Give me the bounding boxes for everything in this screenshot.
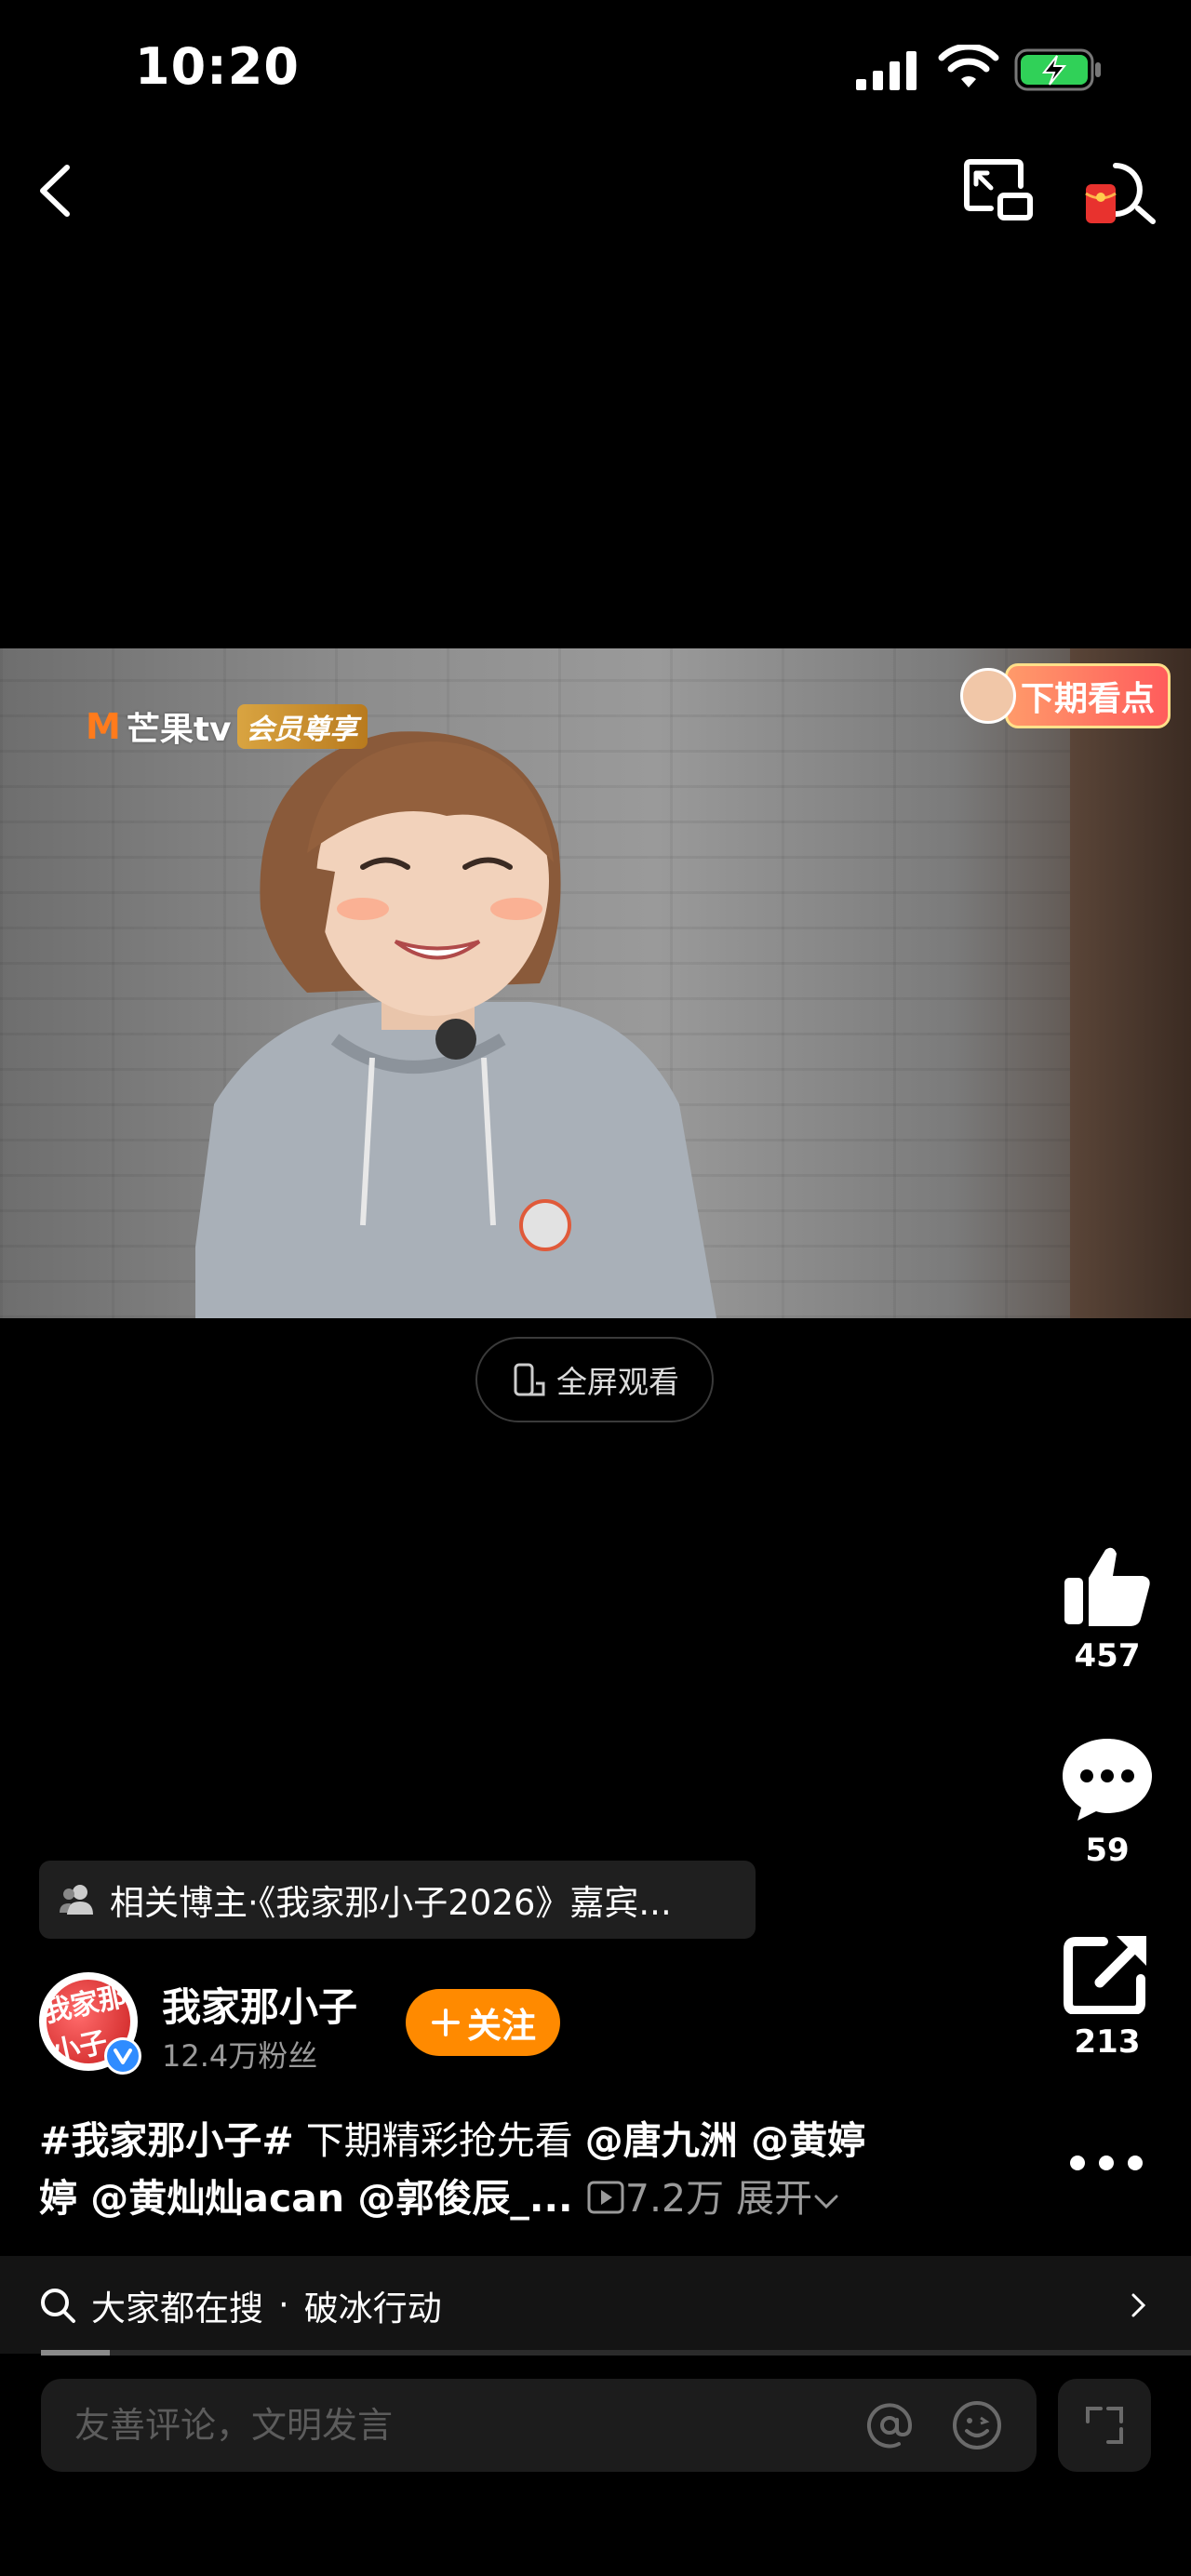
- thumbs-up-icon: [1064, 1547, 1150, 1626]
- view-count: 7.2万: [586, 2176, 736, 2221]
- caption-text: 下期精彩抢先看: [293, 2118, 585, 2163]
- expand-caption-button[interactable]: 展开: [736, 2176, 840, 2221]
- video-progress-fill: [41, 2350, 111, 2356]
- mango-tv-logo: M 芒果tv 会员尊享: [86, 704, 368, 749]
- status-time: 10:20: [135, 37, 300, 96]
- search-separator: ·: [278, 2285, 289, 2325]
- share-button[interactable]: 213: [1051, 1930, 1163, 2061]
- preview-badge-text: 下期看点: [1004, 663, 1171, 728]
- comment-bubble-icon: [1063, 1739, 1152, 1821]
- related-bloggers-label: 相关博主·《我家那小子2026》嘉宾...: [110, 1883, 672, 1923]
- emoji-icon[interactable]: [949, 2397, 1005, 2453]
- battery-charging-icon: [1014, 48, 1101, 91]
- chevron-right-icon: [1131, 2293, 1146, 2317]
- search-query: 破冰行动: [303, 2288, 442, 2329]
- author-name[interactable]: 我家那小子: [162, 1976, 357, 2033]
- preview-badge: 下期看点: [959, 663, 1171, 728]
- video-progress-bar[interactable]: [41, 2350, 1191, 2356]
- people-icon: [60, 1885, 93, 1915]
- trending-search-bar[interactable]: 大家都在搜 · 破冰行动: [0, 2256, 1191, 2354]
- comment-input-box[interactable]: [41, 2379, 1037, 2472]
- comment-input[interactable]: [73, 2404, 862, 2447]
- video-caption[interactable]: #我家那小子# 下期精彩抢先看 @唐九洲 @黄婷 婷 @黄灿灿acan @郭俊辰…: [39, 2112, 951, 2227]
- caption-mentions-2[interactable]: 婷 @黄灿灿acan @郭俊辰_...: [39, 2176, 573, 2221]
- video-frame-person: [195, 731, 716, 1318]
- search-icon: [41, 2288, 75, 2323]
- fullscreen-label: 全屏观看: [556, 1364, 679, 1400]
- expand-input-button[interactable]: [1058, 2379, 1151, 2472]
- verified-badge-icon: [104, 2037, 141, 2075]
- comment-count: 59: [1085, 1832, 1130, 1869]
- expand-arrows-icon: [1086, 2407, 1123, 2444]
- chevron-down-icon: [814, 2195, 838, 2209]
- author-fans-count: 12.4万粉丝: [162, 2038, 318, 2074]
- vip-badge: 会员尊享: [236, 704, 368, 749]
- mention-icon[interactable]: [862, 2397, 917, 2453]
- search-prefix: 大家都在搜: [91, 2288, 263, 2329]
- caption-hashtag[interactable]: #我家那小子#: [39, 2118, 294, 2163]
- picture-in-picture-icon[interactable]: [963, 158, 1034, 221]
- comment-button[interactable]: 59: [1051, 1735, 1163, 1869]
- like-button[interactable]: 457: [1051, 1544, 1163, 1675]
- share-icon: [1064, 1936, 1146, 2015]
- preview-character-icon: [959, 668, 1016, 724]
- play-count-icon: [587, 2181, 624, 2214]
- share-count: 213: [1074, 2023, 1141, 2061]
- related-bloggers-pill[interactable]: 相关博主·《我家那小子2026》嘉宾...: [39, 1861, 756, 1939]
- expand-label: 展开: [736, 2176, 813, 2221]
- wifi-icon: [938, 45, 999, 87]
- red-packet-search-icon[interactable]: [1084, 158, 1158, 225]
- plus-icon: [432, 2009, 460, 2036]
- follow-button[interactable]: 关注: [406, 1989, 560, 2056]
- follow-label: 关注: [467, 2006, 536, 2046]
- fullscreen-button[interactable]: 全屏观看: [475, 1337, 714, 1422]
- view-count-value: 7.2万: [624, 2176, 725, 2221]
- back-icon[interactable]: [28, 158, 84, 223]
- channel-logo-text: 芒果tv: [126, 711, 232, 749]
- like-count: 457: [1074, 1637, 1141, 1675]
- rotate-phone-icon: [514, 1363, 545, 1396]
- cellular-signal-icon: [856, 51, 917, 90]
- video-player[interactable]: M 芒果tv 会员尊享 下期看点: [0, 648, 1191, 1318]
- mango-logo-mark: M: [86, 706, 121, 747]
- caption-mentions-1[interactable]: @唐九洲 @黄婷: [585, 2118, 865, 2163]
- more-options-icon[interactable]: [1068, 2149, 1144, 2177]
